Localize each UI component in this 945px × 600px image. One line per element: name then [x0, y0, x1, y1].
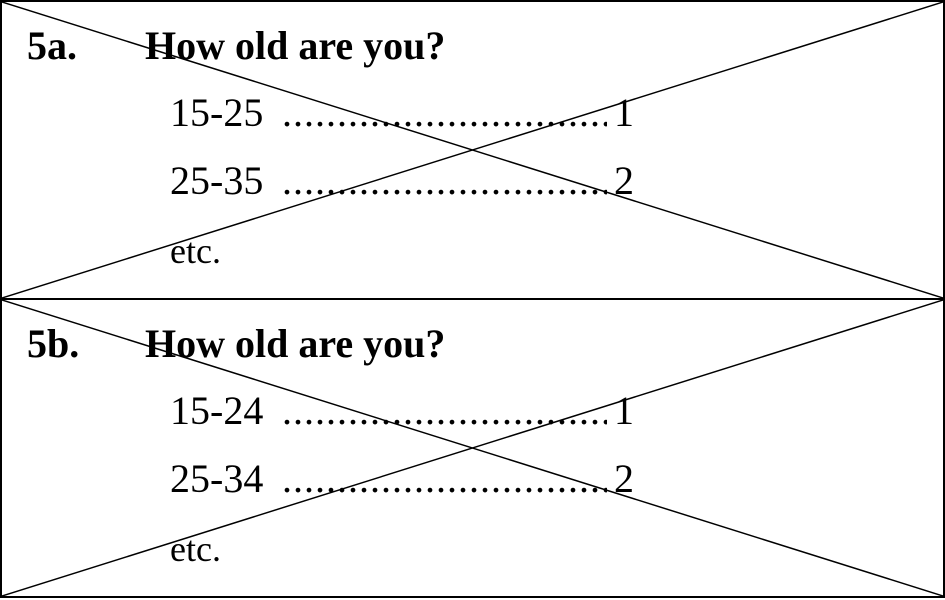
option-code: 2 — [614, 158, 634, 203]
answer-option: 25-35 ..................................… — [170, 157, 640, 205]
question-number: 5b. — [27, 321, 80, 366]
option-label: 15-25 — [170, 90, 264, 135]
option-label: 25-34 — [170, 456, 264, 501]
dot-leader: ........................................… — [282, 158, 607, 203]
option-code: 1 — [614, 388, 634, 433]
question-panel-5b: 5b. How old are you? 15-24 .............… — [0, 298, 945, 598]
question-panel-5a: 5a. How old are you? 15-25 .............… — [0, 0, 945, 300]
answer-option: 15-25 ..................................… — [170, 89, 640, 137]
dot-leader: ........................................… — [282, 456, 607, 501]
option-label: 15-24 — [170, 388, 264, 433]
option-label: 25-35 — [170, 158, 264, 203]
option-code: 2 — [614, 456, 634, 501]
option-code: 1 — [614, 90, 634, 135]
dot-leader: ........................................… — [282, 90, 607, 135]
etc-text: etc. — [170, 529, 221, 569]
answer-option: 25-34 ..................................… — [170, 455, 640, 503]
question-text: How old are you? — [145, 321, 446, 366]
etc-text: etc. — [170, 231, 221, 271]
question-number: 5a. — [27, 23, 77, 68]
question-text: How old are you? — [145, 23, 446, 68]
answer-option: 15-24 ..................................… — [170, 387, 640, 435]
dot-leader: ........................................… — [282, 388, 607, 433]
